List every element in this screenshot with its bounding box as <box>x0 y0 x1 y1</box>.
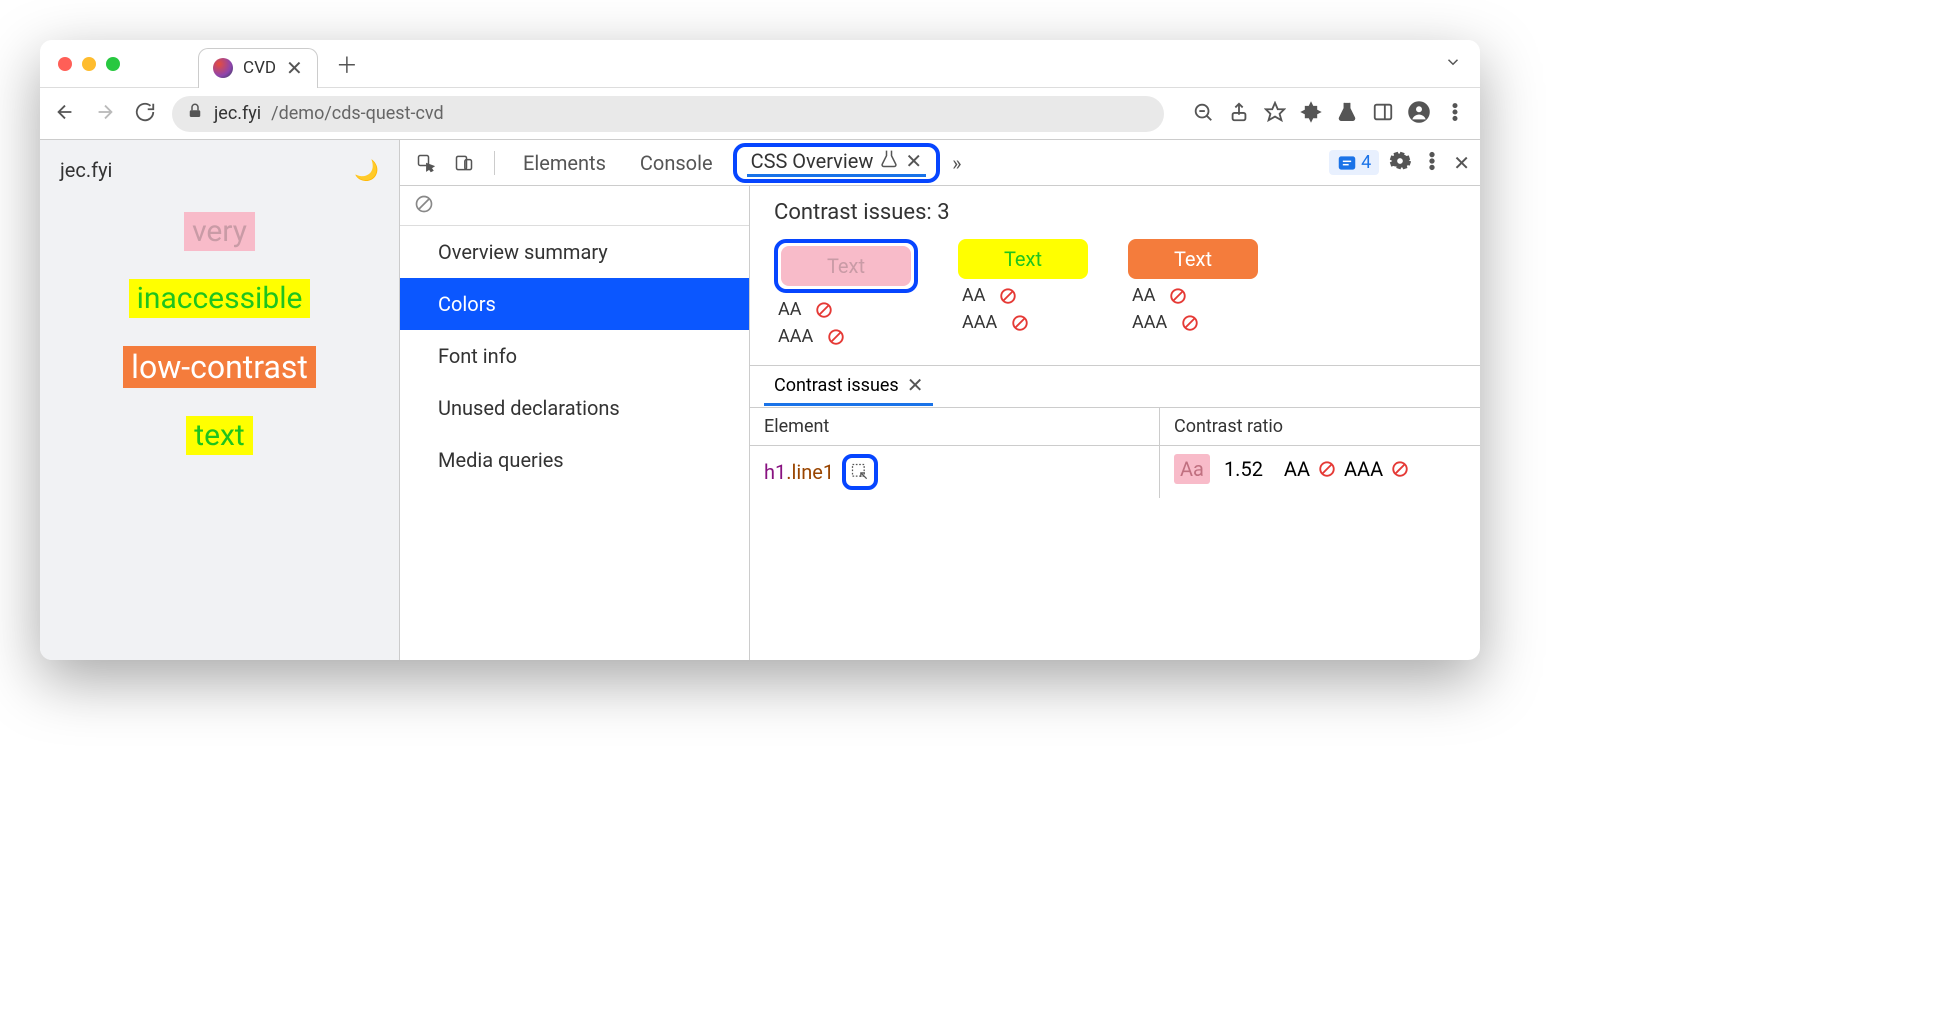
tab-elements[interactable]: Elements <box>509 140 620 186</box>
theme-toggle-icon[interactable]: 🌙 <box>354 158 379 182</box>
toolbar-right <box>1192 101 1466 127</box>
close-devtools-button[interactable]: ✕ <box>1453 151 1470 175</box>
swatch2-aaa: AAA <box>958 312 1088 333</box>
demo-line-1: very <box>184 212 255 251</box>
traffic-lights <box>40 57 138 71</box>
minimize-window-button[interactable] <box>82 57 96 71</box>
nav-icons <box>54 101 156 127</box>
zoom-icon[interactable] <box>1192 101 1214 127</box>
sidebar-item-colors[interactable]: Colors <box>400 278 749 330</box>
sidebar-toolbar <box>400 186 749 226</box>
favicon-icon <box>213 58 233 78</box>
maximize-window-button[interactable] <box>106 57 120 71</box>
device-toolbar-icon[interactable] <box>448 149 480 177</box>
col-header-element: Element <box>750 408 1159 446</box>
back-button[interactable] <box>54 101 76 127</box>
prohibit-icon <box>1391 460 1409 478</box>
css-overview-sidebar: Overview summary Colors Font info Unused… <box>400 186 750 660</box>
swatch3-aaa: AAA <box>1128 312 1258 333</box>
url-host: jec.fyi <box>214 103 261 124</box>
contrast-issues-heading: Contrast issues: 3 <box>750 186 1480 239</box>
divider <box>494 151 495 175</box>
issues-col-element: Element h1.line1 <box>750 408 1160 498</box>
devtools-right-controls: 4 ✕ <box>1329 150 1470 176</box>
contrast-issues-panel: Contrast issues ✕ Element h1.line1 <box>750 365 1480 498</box>
more-tabs-button[interactable]: » <box>946 140 967 186</box>
site-name: jec.fyi <box>60 158 112 182</box>
contrast-swatch-2: Text AA AAA <box>958 239 1088 347</box>
issues-count: 4 <box>1361 152 1371 173</box>
devtools-panel: Elements Console CSS Overview ✕ » 4 <box>400 140 1480 660</box>
contrast-swatch-1: Text AA AAA <box>774 239 918 347</box>
swatch-orange[interactable]: Text <box>1128 239 1258 279</box>
sidebar-item-media-queries[interactable]: Media queries <box>400 434 749 486</box>
swatch-pink[interactable]: Text <box>781 246 911 286</box>
labs-icon[interactable] <box>1336 101 1358 127</box>
new-tab-button[interactable]: ＋ <box>336 48 358 80</box>
highlighted-swatch-ring: Text <box>774 239 918 293</box>
devtools-body: Overview summary Colors Font info Unused… <box>400 186 1480 660</box>
tab-css-overview[interactable]: CSS Overview ✕ <box>747 149 927 177</box>
demo-line-4: text <box>186 416 252 455</box>
issues-panel-tab[interactable]: Contrast issues ✕ <box>764 367 933 406</box>
sidebar-item-overview-summary[interactable]: Overview summary <box>400 226 749 278</box>
inspect-element-icon[interactable] <box>410 149 442 177</box>
swatch1-aaa: AAA <box>774 326 918 347</box>
clear-icon[interactable] <box>414 194 434 218</box>
contrast-swatch-3: Text AA AAA <box>1128 239 1258 347</box>
issues-col-ratio: Contrast ratio Aa 1.52 AA AAA <box>1160 408 1480 498</box>
close-tab-button[interactable]: ✕ <box>286 56 303 80</box>
profile-icon[interactable] <box>1408 101 1430 127</box>
url-path: /demo/cds-quest-cvd <box>271 103 443 124</box>
swatch1-aa: AA <box>774 299 918 320</box>
contrast-swatches: Text AA AAA Text AA AAA Text AA <box>750 239 1480 365</box>
scroll-into-view-icon[interactable] <box>842 454 878 490</box>
browser-menu-button[interactable] <box>1444 101 1466 127</box>
devtools-tab-bar: Elements Console CSS Overview ✕ » 4 <box>400 140 1480 186</box>
reload-button[interactable] <box>134 101 156 127</box>
lock-icon <box>186 102 204 125</box>
sidepanel-icon[interactable] <box>1372 101 1394 127</box>
window-titlebar: CVD ✕ ＋ <box>40 40 1480 88</box>
tab-title: CVD <box>243 58 276 78</box>
prohibit-icon <box>1318 460 1336 478</box>
devtools-menu-button[interactable] <box>1421 150 1443 176</box>
bookmark-star-icon[interactable] <box>1264 101 1286 127</box>
browser-tab[interactable]: CVD ✕ <box>198 48 318 88</box>
rendered-page: jec.fyi 🌙 very inaccessible low-contrast… <box>40 140 400 660</box>
demo-line-2: inaccessible <box>129 279 311 318</box>
css-overview-main: Contrast issues: 3 Text AA AAA Text <box>750 186 1480 660</box>
issues-panel-tabs: Contrast issues ✕ <box>750 366 1480 408</box>
url-bar: jec.fyi/demo/cds-quest-cvd <box>40 88 1480 140</box>
extensions-icon[interactable] <box>1300 101 1322 127</box>
browser-window: CVD ✕ ＋ jec.fyi/demo/cds-quest-cvd <box>40 40 1480 660</box>
color-sample-chip: Aa <box>1174 454 1210 484</box>
share-icon[interactable] <box>1228 101 1250 127</box>
tab-console[interactable]: Console <box>626 140 727 186</box>
swatch3-aa: AA <box>1128 285 1258 306</box>
close-panel-button[interactable]: ✕ <box>905 149 922 173</box>
issues-table: Element h1.line1 <box>750 408 1480 498</box>
forward-button[interactable] <box>94 101 116 127</box>
element-selector: h1.line1 <box>764 460 834 484</box>
settings-gear-icon[interactable] <box>1389 150 1411 176</box>
tabs-dropdown-button[interactable] <box>1444 53 1462 75</box>
content-area: jec.fyi 🌙 very inaccessible low-contrast… <box>40 140 1480 660</box>
issues-row-ratio: Aa 1.52 AA AAA <box>1160 446 1480 492</box>
demo-line-3: low-contrast <box>123 346 316 388</box>
close-issues-tab-button[interactable]: ✕ <box>907 373 924 397</box>
swatch-yellow[interactable]: Text <box>958 239 1088 279</box>
close-window-button[interactable] <box>58 57 72 71</box>
sidebar-item-font-info[interactable]: Font info <box>400 330 749 382</box>
flask-icon <box>879 149 899 174</box>
highlighted-tab-ring: CSS Overview ✕ <box>733 143 941 183</box>
ratio-value: 1.52 <box>1224 457 1263 481</box>
address-bar[interactable]: jec.fyi/demo/cds-quest-cvd <box>172 96 1164 132</box>
swatch2-aa: AA <box>958 285 1088 306</box>
issues-badge[interactable]: 4 <box>1329 150 1379 175</box>
sidebar-item-unused-declarations[interactable]: Unused declarations <box>400 382 749 434</box>
page-header: jec.fyi 🌙 <box>60 158 379 182</box>
col-header-ratio: Contrast ratio <box>1160 408 1480 446</box>
issues-row-element[interactable]: h1.line1 <box>750 446 1159 498</box>
